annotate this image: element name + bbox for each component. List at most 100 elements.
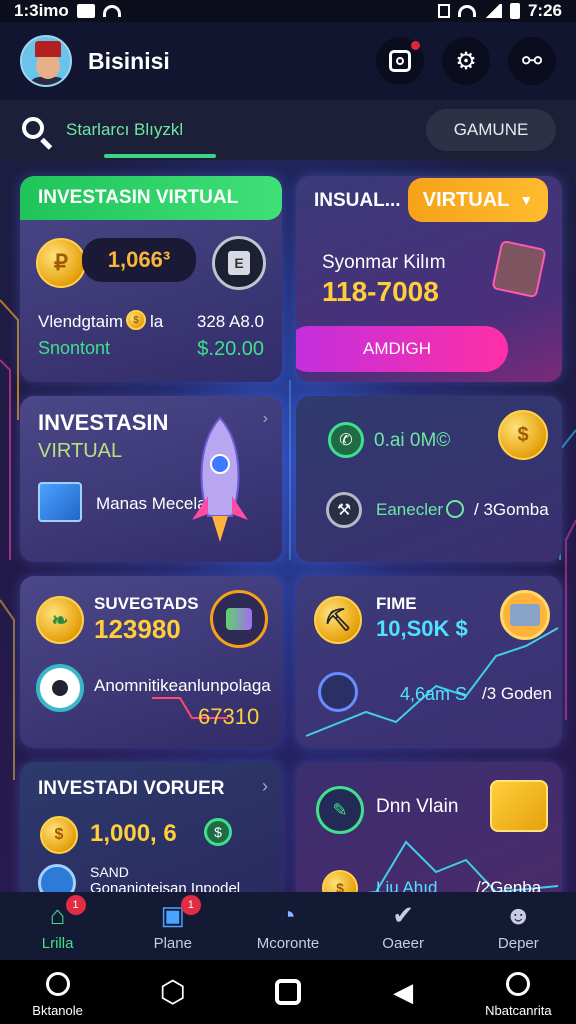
system-left-label: Bktanole — [32, 1002, 83, 1018]
nav-item-home[interactable]: ⌂ 1 Lrilla — [8, 894, 108, 952]
gold-coin-icon: $ — [498, 410, 548, 460]
card5-label: Anomnitikeanlunpolaga — [94, 676, 271, 695]
system-nav-right[interactable]: Nbatcanrita — [463, 967, 573, 1018]
notification-dot — [411, 41, 420, 50]
nav-label: Deper — [497, 934, 539, 952]
bottom-nav: ⌂ 1 Lrilla ▣ 1 Plane ◔ Mcoronte ✔ Oaeer … — [0, 892, 576, 960]
card3-subtitle: VIRTUAL — [38, 440, 123, 462]
assistant-icon — [501, 967, 535, 1001]
card8-label: Dnn Vlain — [376, 796, 459, 817]
gavel-icon: ⚒ — [326, 492, 362, 528]
camera-button[interactable] — [376, 37, 424, 85]
card-dnn-vlain[interactable]: ✎ Dnn Vlain $ Liu Ahıd /2Genba — [296, 762, 562, 902]
cell-signal-icon — [483, 4, 502, 18]
search-icon[interactable] — [20, 115, 53, 150]
vibrate-icon — [437, 4, 450, 18]
card-exchange[interactable]: ✆ 0.ai 0M© $ ⚒ Eanecler / 3Gomba — [296, 396, 562, 562]
nav-item-chart[interactable]: ◔ Mcoronte — [238, 900, 338, 952]
system-nav-home[interactable] — [233, 975, 343, 1009]
card1-tab[interactable]: INVESTASIN VIRTUAL — [20, 176, 282, 220]
battery-icon — [509, 3, 520, 19]
ticket-icon — [491, 239, 547, 299]
check-icon: ✔ — [392, 900, 415, 930]
virtual-dropdown[interactable]: VIRTUAL ▼ — [408, 178, 548, 222]
gear-icon: ⚙ — [455, 47, 477, 75]
card5-title: SUVEGTADS — [94, 594, 199, 613]
card-investadi-voruer[interactable]: INVESTADI VORUER › $ 1,000, 6 $ SAND Gon… — [20, 762, 282, 902]
card2-subtitle: Syonmar Kilım — [322, 252, 446, 273]
card1-row1-value: 328 A8.0 — [196, 312, 264, 331]
system-nav-hexagon[interactable]: ⬡ — [118, 975, 228, 1009]
search-bar: Starlarcı Blıyzkl GAMUNE — [0, 100, 576, 160]
target-icon — [318, 672, 358, 712]
chevron-down-icon: ▼ — [519, 192, 534, 208]
card-investasin-rocket[interactable]: INVESTASIN VIRTUAL › Manas Mecelan — [20, 396, 282, 562]
user-icon: ☻ — [504, 900, 533, 930]
nav-item-wallet[interactable]: ▣ 1 Plane — [123, 894, 223, 952]
card4-row2-value: / 3Gomba — [474, 500, 549, 519]
card1-row2-value: $.20.00 — [197, 338, 264, 360]
robot-icon — [36, 664, 84, 712]
coin-stack-icon: $ — [40, 816, 78, 854]
search-action-button[interactable]: GAMUNE — [426, 109, 556, 151]
card6-row-value: 4,6am S — [400, 684, 468, 704]
record-icon — [41, 967, 75, 1001]
card7-title: INVESTADI VORUER — [38, 778, 225, 799]
chevron-right-icon[interactable]: › — [263, 410, 268, 428]
card4-row2-label: Eanecler — [376, 500, 444, 519]
card6-title: FIME — [376, 594, 417, 613]
nav-item-check[interactable]: ✔ Oaeer — [353, 900, 453, 952]
card-virtual-summary[interactable]: INSUAL... VIRTUAL ▼ Syonmar Kilım 118-70… — [296, 176, 562, 382]
nav-badge: 1 — [65, 894, 86, 915]
small-coin-icon: $ — [126, 310, 146, 330]
card2-action-button[interactable]: AMDIGH — [296, 326, 508, 372]
coin-icon: ₽ — [36, 238, 86, 288]
back-icon: ◀ — [393, 976, 414, 1007]
clock: 7:26 — [527, 1, 562, 20]
cubes-icon — [210, 590, 268, 648]
wifi-icon — [102, 5, 121, 17]
spreadsheet-icon — [38, 482, 82, 522]
card5-sub-value: 67310 — [198, 704, 260, 729]
app-title: Bisinisi — [88, 47, 170, 74]
card7-value: 1,000, 6 — [90, 820, 177, 847]
search-input[interactable]: Starlarcı Blıyzkl — [66, 120, 183, 140]
card-suvegtads[interactable]: ❧ SUVEGTADS 123980 Anomnitikeanlunpolaga… — [20, 576, 282, 748]
search-underline — [104, 154, 216, 158]
sim-icon — [76, 4, 95, 18]
chevron-right-icon[interactable]: › — [262, 776, 268, 797]
card1-row1-label: Vlendgtaim — [38, 312, 124, 331]
card4-row1: 0.ai 0M© — [374, 430, 451, 451]
status-left-text: 1:3imo — [14, 1, 69, 20]
nav-badge: 1 — [180, 894, 201, 915]
hexagon-icon: ⬡ — [159, 975, 186, 1009]
card-fime[interactable]: ⛏ FIME 10,S0K $ 4,6am S /3 Goden — [296, 576, 562, 748]
chart-icon: ◔ — [280, 900, 296, 930]
card5-value: 123980 — [94, 614, 181, 644]
nav-item-profile[interactable]: ☻ Deper — [468, 900, 568, 952]
avatar[interactable] — [20, 35, 72, 87]
status-bar: 1:3imo 7:26 — [0, 0, 576, 22]
system-nav-back[interactable]: ◀ — [348, 975, 458, 1009]
square-home-icon — [271, 975, 305, 1009]
card-investasin-virtual[interactable]: INVESTASIN VIRTUAL ₽ 1,066³ E Vlendgtaim… — [20, 176, 282, 382]
share-button[interactable]: ⚯ — [508, 37, 556, 85]
nav-label: Oaeer — [382, 934, 424, 952]
wifi-signal-icon — [457, 5, 476, 17]
card1-row1-suffix: la — [150, 312, 164, 331]
leaf-coin-icon: ❧ — [36, 596, 84, 644]
system-nav-bar: Bktanole ⬡ ◀ Nbatcanrita — [0, 960, 576, 1024]
money-icon — [490, 780, 548, 832]
system-nav-left[interactable]: Bktanole — [3, 967, 113, 1018]
app-header: Bisinisi ⚙ ⚯ — [0, 22, 576, 100]
compass-icon: ✎ — [316, 786, 364, 834]
receipt-icon[interactable]: E — [212, 236, 266, 290]
target-icon — [446, 500, 464, 518]
nav-label: Lrilla — [41, 934, 74, 952]
card1-balance: 1,066³ — [82, 238, 196, 282]
settings-button[interactable]: ⚙ — [442, 37, 490, 85]
card2-title: INSUAL... — [314, 190, 401, 211]
card7-small-label: SAND — [90, 864, 129, 880]
card6-row-label: /3 Goden — [482, 684, 552, 703]
dollar-coin-icon: $ — [204, 818, 232, 846]
